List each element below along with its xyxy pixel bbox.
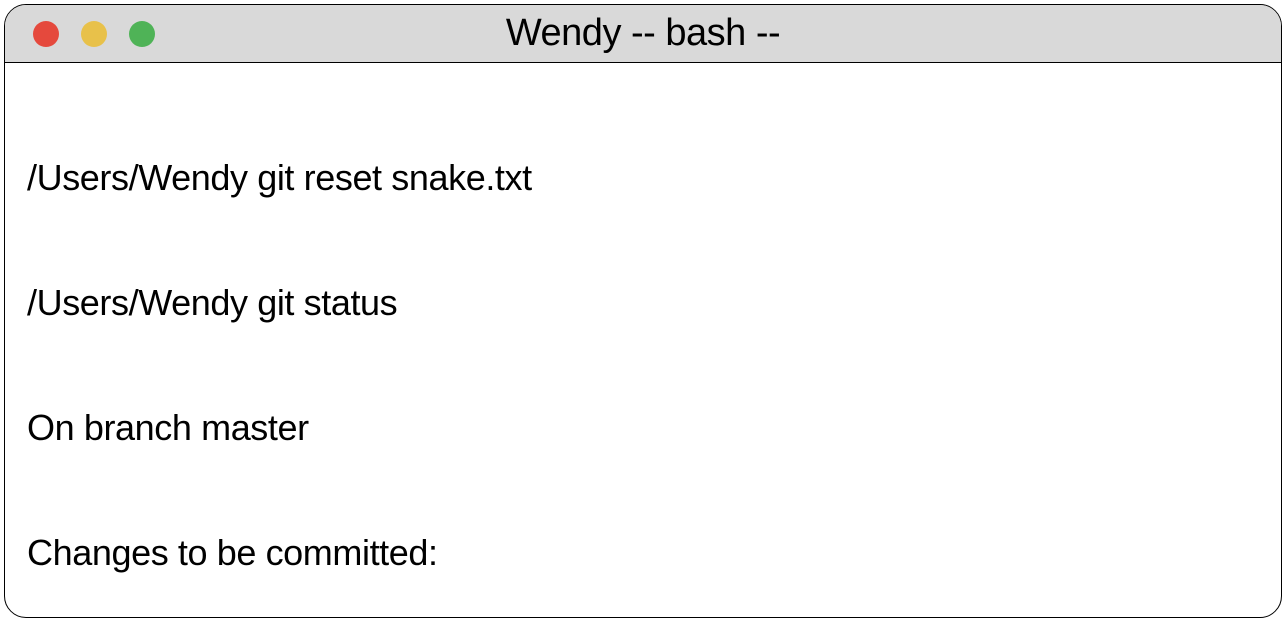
minimize-icon[interactable] bbox=[81, 21, 107, 47]
output-line: /Users/Wendy git reset snake.txt bbox=[27, 157, 1259, 199]
output-line: Changes to be committed: bbox=[27, 532, 1259, 574]
output-line: /Users/Wendy git status bbox=[27, 282, 1259, 324]
close-icon[interactable] bbox=[33, 21, 59, 47]
terminal-output[interactable]: /Users/Wendy git reset snake.txt /Users/… bbox=[5, 63, 1281, 618]
zoom-icon[interactable] bbox=[129, 21, 155, 47]
output-line: On branch master bbox=[27, 407, 1259, 449]
window-title: Wendy -- bash -- bbox=[5, 12, 1281, 55]
terminal-window: Wendy -- bash -- /Users/Wendy git reset … bbox=[4, 4, 1282, 618]
titlebar: Wendy -- bash -- bbox=[5, 5, 1281, 63]
window-controls bbox=[5, 21, 155, 47]
